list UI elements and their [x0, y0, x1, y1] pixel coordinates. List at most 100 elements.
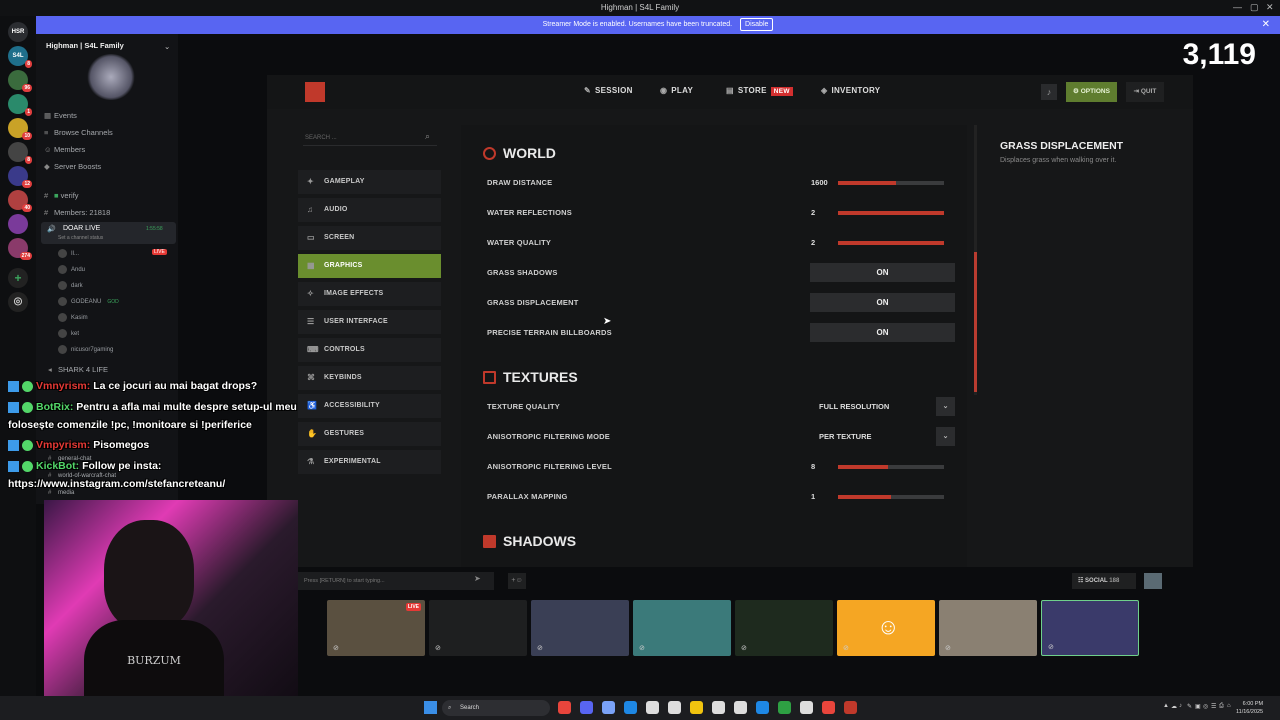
server-icon[interactable]: S4L 8 — [8, 46, 32, 68]
taskbar-app-icon[interactable] — [844, 701, 857, 714]
server-icon[interactable]: 10 — [8, 118, 32, 140]
settings-search-input[interactable]: SEARCH ... — [303, 130, 437, 146]
server-icon[interactable]: 274 — [8, 238, 32, 260]
setting-dropdown[interactable]: FULL RESOLUTION ⌄ — [810, 397, 955, 416]
options-button[interactable]: ⚙ OPTIONS — [1066, 82, 1117, 102]
voice-member[interactable]: nicusor7gaming — [58, 345, 113, 354]
taskbar-app-icon[interactable] — [580, 701, 593, 714]
taskbar-app-icon[interactable] — [558, 701, 571, 714]
menu-item-image-effects[interactable]: ✧ IMAGE EFFECTS — [298, 282, 441, 306]
taskbar-app-icon[interactable] — [822, 701, 835, 714]
sidebar-item-events[interactable]: ▦ Events — [44, 111, 77, 120]
server-icon[interactable] — [8, 214, 28, 234]
tray-icon[interactable]: ⌂ — [1227, 703, 1231, 709]
server-icon[interactable]: 1 — [8, 94, 32, 116]
taskbar-clock[interactable]: 6:00 PM 11/16/2025 — [1236, 700, 1263, 716]
quit-button[interactable]: ⇥ QUIT — [1126, 82, 1164, 102]
stream-tile[interactable]: ⊘ — [633, 600, 731, 656]
setting-slider[interactable] — [838, 495, 944, 499]
banner-close-icon[interactable]: ✕ — [1262, 16, 1270, 34]
nav-store[interactable]: ▤ STORE NEW — [726, 86, 793, 96]
voice-channel-active[interactable]: 🔊 DOAR LIVE 1:55:58 Set a channel status — [41, 222, 176, 244]
menu-item-experimental[interactable]: ⚗ EXPERIMENTAL — [298, 450, 441, 474]
menu-item-screen[interactable]: ▭ SCREEN — [298, 226, 441, 250]
scrollbar-thumb[interactable] — [974, 252, 977, 392]
windows-start-icon[interactable] — [424, 701, 437, 714]
server-icon[interactable]: 40 — [8, 190, 32, 212]
menu-item-user-interface[interactable]: ☰ USER INTERFACE — [298, 310, 441, 334]
taskbar-app-icon[interactable] — [712, 701, 725, 714]
tray-icon[interactable]: ▲ — [1163, 703, 1169, 709]
social-button[interactable]: ☷ SOCIAL 188 — [1072, 573, 1136, 589]
stream-tile[interactable]: ⊘ — [735, 600, 833, 656]
taskbar-app-icon[interactable] — [756, 701, 769, 714]
channel-members-count[interactable]: # Members: 21818 — [44, 208, 110, 217]
menu-item-audio[interactable]: ♫ AUDIO — [298, 198, 441, 222]
voice-member[interactable]: Il... LIVE — [58, 249, 167, 258]
voice-member[interactable]: Kasim — [58, 313, 88, 322]
nav-session[interactable]: ✎ SESSION — [584, 86, 633, 95]
stream-tile[interactable]: ⊘ — [531, 600, 629, 656]
tray-icon[interactable]: ☁ — [1171, 703, 1177, 710]
voice-member[interactable]: Andu — [58, 265, 85, 274]
setting-toggle[interactable]: ON — [810, 263, 955, 282]
sidebar-item-members[interactable]: ☺ Members — [44, 145, 85, 154]
add-server-icon[interactable]: + — [8, 268, 28, 288]
server-icon[interactable]: 8 — [8, 142, 32, 164]
menu-item-gameplay[interactable]: ✦ GAMEPLAY — [298, 170, 441, 194]
tray-icon[interactable]: ✎ — [1187, 703, 1192, 710]
setting-slider[interactable] — [838, 465, 944, 469]
taskbar-app-icon[interactable] — [668, 701, 681, 714]
voice-member[interactable]: GODEANU GOD — [58, 297, 119, 306]
setting-toggle[interactable]: ON — [810, 323, 955, 342]
tray-icon[interactable]: ◎ — [1203, 703, 1208, 710]
tray-icon[interactable]: ⎙ — [1219, 703, 1224, 710]
voice-member[interactable]: dark — [58, 281, 83, 290]
sidebar-item-boosts[interactable]: ◆ Server Boosts — [44, 162, 101, 171]
menu-item-accessibility[interactable]: ♿ ACCESSIBILITY — [298, 394, 441, 418]
tray-icon[interactable]: ▣ — [1195, 703, 1201, 710]
stream-tile[interactable]: ⊘ — [429, 600, 527, 656]
setting-dropdown[interactable]: PER TEXTURE ⌄ — [810, 427, 955, 446]
bell-icon[interactable]: ♪ — [1041, 84, 1057, 100]
taskbar-app-icon[interactable] — [624, 701, 637, 714]
setting-slider[interactable] — [838, 181, 944, 185]
nav-play[interactable]: ◉ PLAY — [660, 86, 693, 95]
setting-slider[interactable] — [838, 211, 944, 215]
chevron-down-icon[interactable]: ⌄ — [936, 397, 955, 416]
channel-verify[interactable]: # ■ verify — [44, 191, 79, 200]
setting-slider[interactable] — [838, 241, 944, 245]
menu-item-keybinds[interactable]: ⌘ KEYBINDS — [298, 366, 441, 390]
search-icon[interactable]: ⌕ — [425, 131, 430, 142]
tray-icon[interactable]: ♪ — [1179, 703, 1182, 709]
voice-member[interactable]: ket — [58, 329, 79, 338]
stream-tile[interactable]: ⊘ — [1041, 600, 1139, 656]
send-icon[interactable]: ➤ — [474, 574, 481, 583]
channel-media[interactable]: # media — [48, 490, 74, 496]
menu-item-controls[interactable]: ⌨ CONTROLS — [298, 338, 441, 362]
nav-inventory[interactable]: ◈ INVENTORY — [821, 86, 880, 95]
menu-item-gestures[interactable]: ✋ GESTURES — [298, 422, 441, 446]
taskbar-app-icon[interactable] — [646, 701, 659, 714]
server-name[interactable]: Highman | S4L Family — [46, 41, 124, 50]
taskbar-app-icon[interactable] — [602, 701, 615, 714]
server-icon[interactable]: 96 — [8, 70, 32, 92]
taskbar-app-icon[interactable] — [690, 701, 703, 714]
avatar[interactable] — [1144, 573, 1162, 589]
channel-shark[interactable]: ◂ SHARK 4 LIFE — [48, 365, 108, 374]
taskbar-app-icon[interactable] — [778, 701, 791, 714]
chevron-down-icon[interactable]: ⌄ — [164, 42, 170, 51]
chevron-down-icon[interactable]: ⌄ — [936, 427, 955, 446]
close-button[interactable]: ✕ — [1266, 2, 1274, 13]
taskbar-search[interactable]: ⌕ Search — [442, 700, 550, 716]
game-chat-input[interactable]: Press [RETURN] to start typing... — [298, 572, 494, 590]
stream-tile[interactable]: LIVE ⊘ — [327, 600, 425, 656]
taskbar-app-icon[interactable] — [734, 701, 747, 714]
add-friend-icon[interactable]: +☺ — [508, 573, 526, 589]
server-icon[interactable]: 12 — [8, 166, 32, 188]
stream-tile[interactable]: ⊘ ☺ — [837, 600, 935, 656]
menu-item-graphics[interactable]: ▦ GRAPHICS — [298, 254, 441, 278]
sidebar-item-browse[interactable]: ≡ Browse Channels — [44, 128, 113, 137]
tray-icon[interactable]: ☰ — [1211, 703, 1216, 710]
stream-tile[interactable]: ⊘ — [939, 600, 1037, 656]
